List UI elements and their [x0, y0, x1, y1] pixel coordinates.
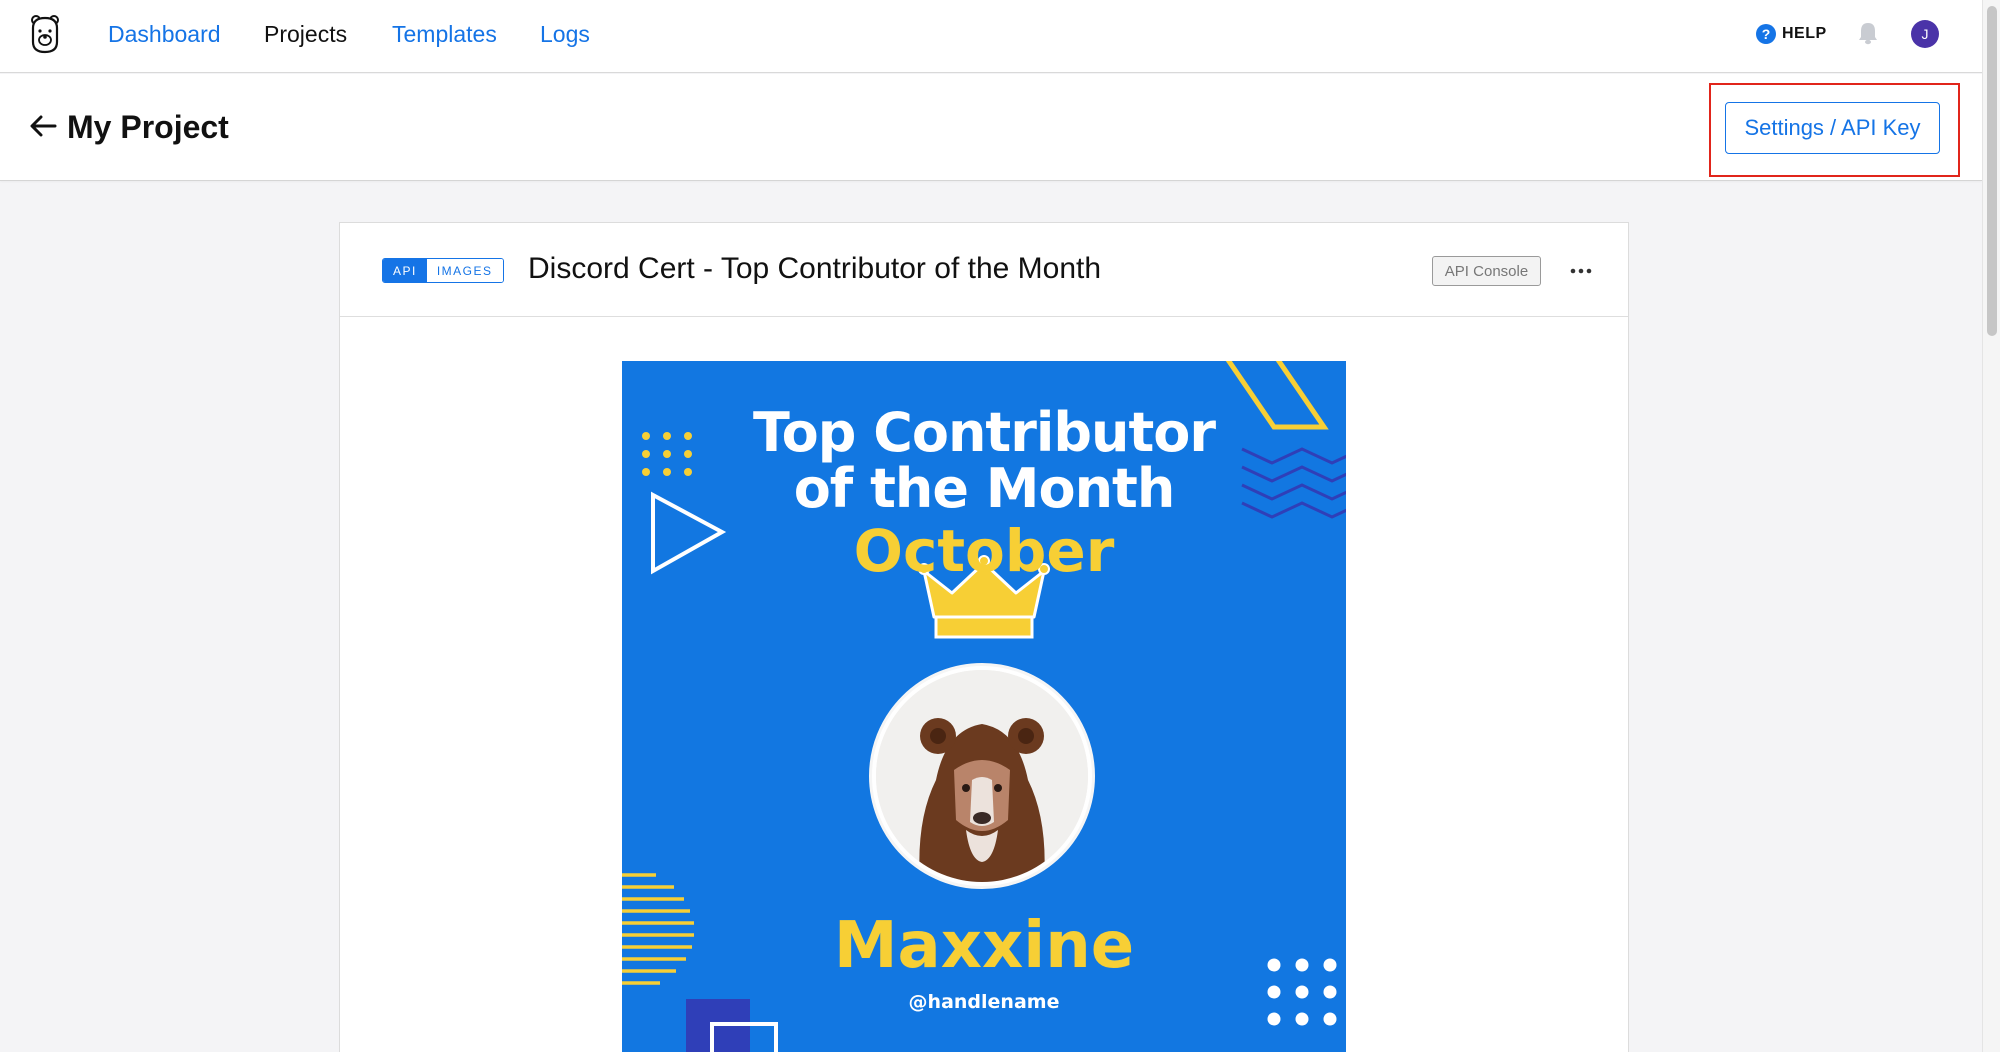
nav-projects[interactable]: Projects [264, 19, 347, 49]
certificate-heading-line1: Top Contributor [753, 401, 1216, 464]
bell-icon[interactable] [1857, 21, 1879, 45]
certificate-month: October [853, 517, 1115, 585]
more-options-icon[interactable] [1565, 257, 1597, 285]
dog-photo [876, 670, 1088, 882]
card-header: API IMAGES Discord Cert - Top Contributo… [340, 223, 1628, 317]
template-type-tags: API IMAGES [382, 258, 504, 283]
top-navigation: Dashboard Projects Templates Logs ? HELP… [0, 0, 1982, 73]
dog-in-bear-hat-image [876, 670, 1088, 882]
certificate-handle: @handlename [908, 991, 1060, 1013]
api-tag: API [383, 259, 427, 282]
back-arrow-icon[interactable] [29, 114, 57, 138]
certificate-recipient-name: Maxxine [833, 909, 1135, 983]
settings-api-key-button[interactable]: Settings / API Key [1725, 102, 1940, 154]
bear-logo-icon[interactable] [28, 14, 62, 54]
user-avatar[interactable]: J [1911, 20, 1939, 48]
certificate-heading-line2: of the Month [793, 457, 1176, 520]
scrollbar-thumb[interactable] [1987, 6, 1997, 336]
avatar-frame [869, 663, 1095, 889]
images-tag: IMAGES [426, 259, 503, 282]
help-link[interactable]: ? HELP [1756, 23, 1827, 45]
ellipsis-icon [1570, 268, 1592, 274]
nav-templates[interactable]: Templates [392, 19, 497, 49]
page-title: My Project [67, 109, 229, 145]
help-label: HELP [1782, 25, 1827, 42]
nav-dashboard[interactable]: Dashboard [108, 19, 221, 49]
nav-logs[interactable]: Logs [540, 19, 590, 49]
help-icon: ? [1756, 24, 1776, 44]
page-header: My Project [0, 74, 1982, 181]
template-title[interactable]: Discord Cert - Top Contributor of the Mo… [528, 251, 1101, 287]
api-console-button[interactable]: API Console [1432, 256, 1541, 286]
certificate-preview-image: Top Contributor of the Month October Max… [622, 361, 1346, 1052]
page-scrollbar[interactable] [1982, 0, 2000, 1052]
